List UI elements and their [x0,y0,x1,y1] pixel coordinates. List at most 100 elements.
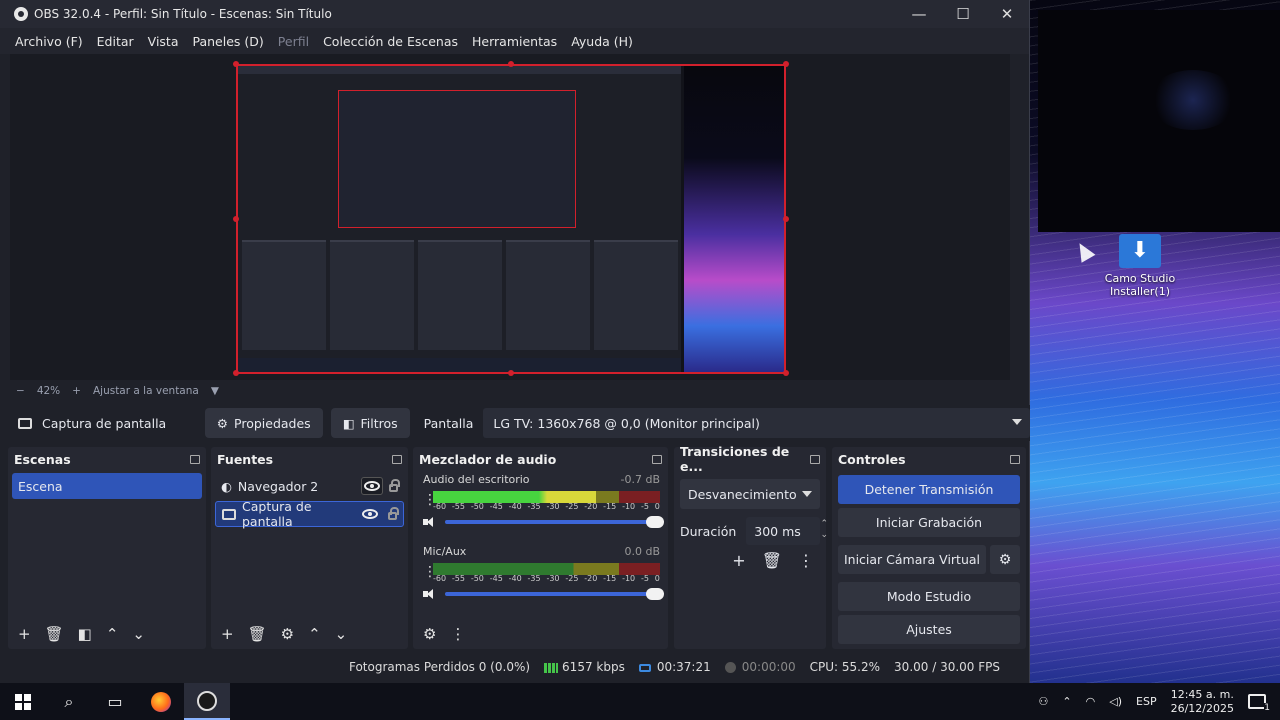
menu-tools[interactable]: Herramientas [465,34,564,49]
source-item[interactable]: Captura de pantalla [215,499,404,529]
notifications-icon[interactable]: 1 [1248,694,1270,713]
kebab-menu-icon[interactable]: ⋮ [423,565,437,579]
undock-icon[interactable] [1010,454,1020,464]
channel-db: 0.0 dB [624,544,660,558]
menu-scene-collection[interactable]: Colección de Escenas [316,34,465,49]
trash-icon[interactable]: 🗑 [45,625,64,643]
stop-stream-button[interactable]: Detener Transmisión [838,475,1020,504]
task-view-icon[interactable]: ▭ [92,683,138,720]
status-bar: Fotogramas Perdidos 0 (0.0%) 6157 kbps 0… [0,655,1030,679]
zoom-in-button[interactable]: + [72,385,81,397]
language-indicator[interactable]: ESP [1136,695,1157,708]
speaker-icon[interactable] [423,589,437,599]
undock-icon[interactable] [652,454,662,464]
settings-button[interactable]: Ajustes [838,615,1020,644]
advanced-audio-icon[interactable]: ⚙ [423,625,436,643]
visibility-toggle[interactable] [361,477,383,495]
kebab-menu-icon[interactable]: ⋮ [450,625,465,643]
meter-tick-label: -5 [640,574,649,583]
trash-icon[interactable]: 🗑 [248,625,267,643]
clock[interactable]: 12:45 a. m. 26/12/2025 [1171,688,1234,716]
add-icon[interactable]: + [18,625,31,643]
monitor-icon [18,417,32,429]
resize-handle[interactable] [508,370,514,376]
people-icon[interactable]: ⚇ [1039,695,1049,708]
chevron-up-icon[interactable]: ⌃ [1062,695,1071,708]
window-title: OBS 32.0.4 - Perfil: Sin Título - Escena… [34,7,332,21]
obs-taskbar-button[interactable] [184,683,230,720]
add-icon[interactable]: + [732,551,745,570]
minimize-button[interactable]: — [897,5,941,23]
trash-icon[interactable]: 🗑 [762,551,782,570]
meter-tick-label: -30 [546,502,560,511]
resize-handle[interactable] [783,61,789,67]
desktop-icon-camo[interactable]: ⬇ Camo Studio Installer(1) [1098,234,1182,298]
meter-tick-label: -40 [508,502,522,511]
volume-icon[interactable]: ◁) [1109,695,1122,708]
transition-select[interactable]: Desvanecimiento [680,479,820,509]
chevron-down-icon[interactable]: ⌄ [335,625,348,643]
meter-tick-label: -35 [527,502,541,511]
filter-icon[interactable]: ◧ [78,625,92,643]
chevron-up-icon[interactable]: ⌃ [308,625,321,643]
source-name: Navegador 2 [237,478,319,494]
undock-icon[interactable] [392,454,402,464]
chevron-down-icon[interactable]: ⌄ [132,625,145,643]
mixer-channel: Audio del escritorio -0.7 dB ⋮ -60 -55 -50-… [413,471,668,531]
eye-icon[interactable] [362,509,378,519]
display-select[interactable]: LG TV: 1360x768 @ 0,0 (Monitor principal… [483,408,1030,438]
maximize-button[interactable]: ☐ [941,5,985,23]
firefox-taskbar-button[interactable] [138,683,184,720]
windows-logo-icon [15,693,31,710]
studio-mode-button[interactable]: Modo Estudio [838,582,1020,611]
filters-button[interactable]: ◧ Filtros [330,408,410,438]
meter-tick-label: -5 [640,502,649,511]
undock-icon[interactable] [190,454,200,464]
menu-help[interactable]: Ayuda (H) [564,34,640,49]
lock-icon[interactable] [388,507,399,520]
add-icon[interactable]: + [221,625,234,643]
resize-handle[interactable] [508,61,514,67]
chevron-up-icon[interactable]: ⌃ [106,625,119,643]
chevron-down-icon [802,491,812,497]
zoom-out-button[interactable]: − [16,385,25,397]
preview-source-capture[interactable] [236,64,786,374]
resize-handle[interactable] [783,370,789,376]
gear-icon[interactable]: ⚙ [281,625,294,643]
slider-knob[interactable] [646,588,664,600]
kebab-menu-icon[interactable]: ⋮ [423,493,437,507]
chevron-down-icon[interactable]: ▼ [211,385,219,397]
display-label: Pantalla [423,415,474,431]
slider-knob[interactable] [646,516,664,528]
wifi-icon[interactable]: ◠ [1086,695,1096,708]
start-virtual-cam-button[interactable]: Iniciar Cámara Virtual [838,545,986,574]
volume-slider[interactable] [445,516,664,528]
resize-handle[interactable] [233,61,239,67]
start-button[interactable] [0,683,46,720]
kebab-menu-icon[interactable]: ⋮ [798,551,814,570]
resize-handle[interactable] [233,370,239,376]
menu-file[interactable]: Archivo (F) [8,34,90,49]
menu-bar: Archivo (F) Editar Vista Paneles (D) Per… [0,28,1029,54]
resize-handle[interactable] [783,216,789,222]
stepper-arrows-icon[interactable]: ⌃ ⌄ [820,519,828,541]
menu-edit[interactable]: Editar [90,34,141,49]
resize-handle[interactable] [233,216,239,222]
system-tray: ⚇ ⌃ ◠ ◁) ESP 12:45 a. m. 26/12/2025 1 [1039,688,1280,716]
start-recording-button[interactable]: Iniciar Grabación [838,508,1020,537]
gear-icon[interactable]: ⚙ [990,545,1020,574]
menu-docks[interactable]: Paneles (D) [186,34,271,49]
close-button[interactable]: ✕ [985,5,1029,23]
search-icon[interactable]: ⌕ [46,683,92,720]
source-item[interactable]: ◐ Navegador 2 [215,473,404,499]
speaker-icon[interactable] [423,517,437,527]
scene-item[interactable]: Escena [12,473,202,499]
menu-view[interactable]: Vista [141,34,186,49]
lock-icon[interactable] [389,479,400,492]
volume-slider[interactable] [445,588,664,600]
properties-button[interactable]: ⚙ Propiedades [204,408,323,438]
undock-icon[interactable] [810,454,820,464]
menu-profile[interactable]: Perfil [271,34,316,49]
duration-input[interactable]: 300 ms ⌃ ⌄ [746,517,828,545]
fit-to-window-button[interactable]: Ajustar a la ventana [93,385,199,397]
